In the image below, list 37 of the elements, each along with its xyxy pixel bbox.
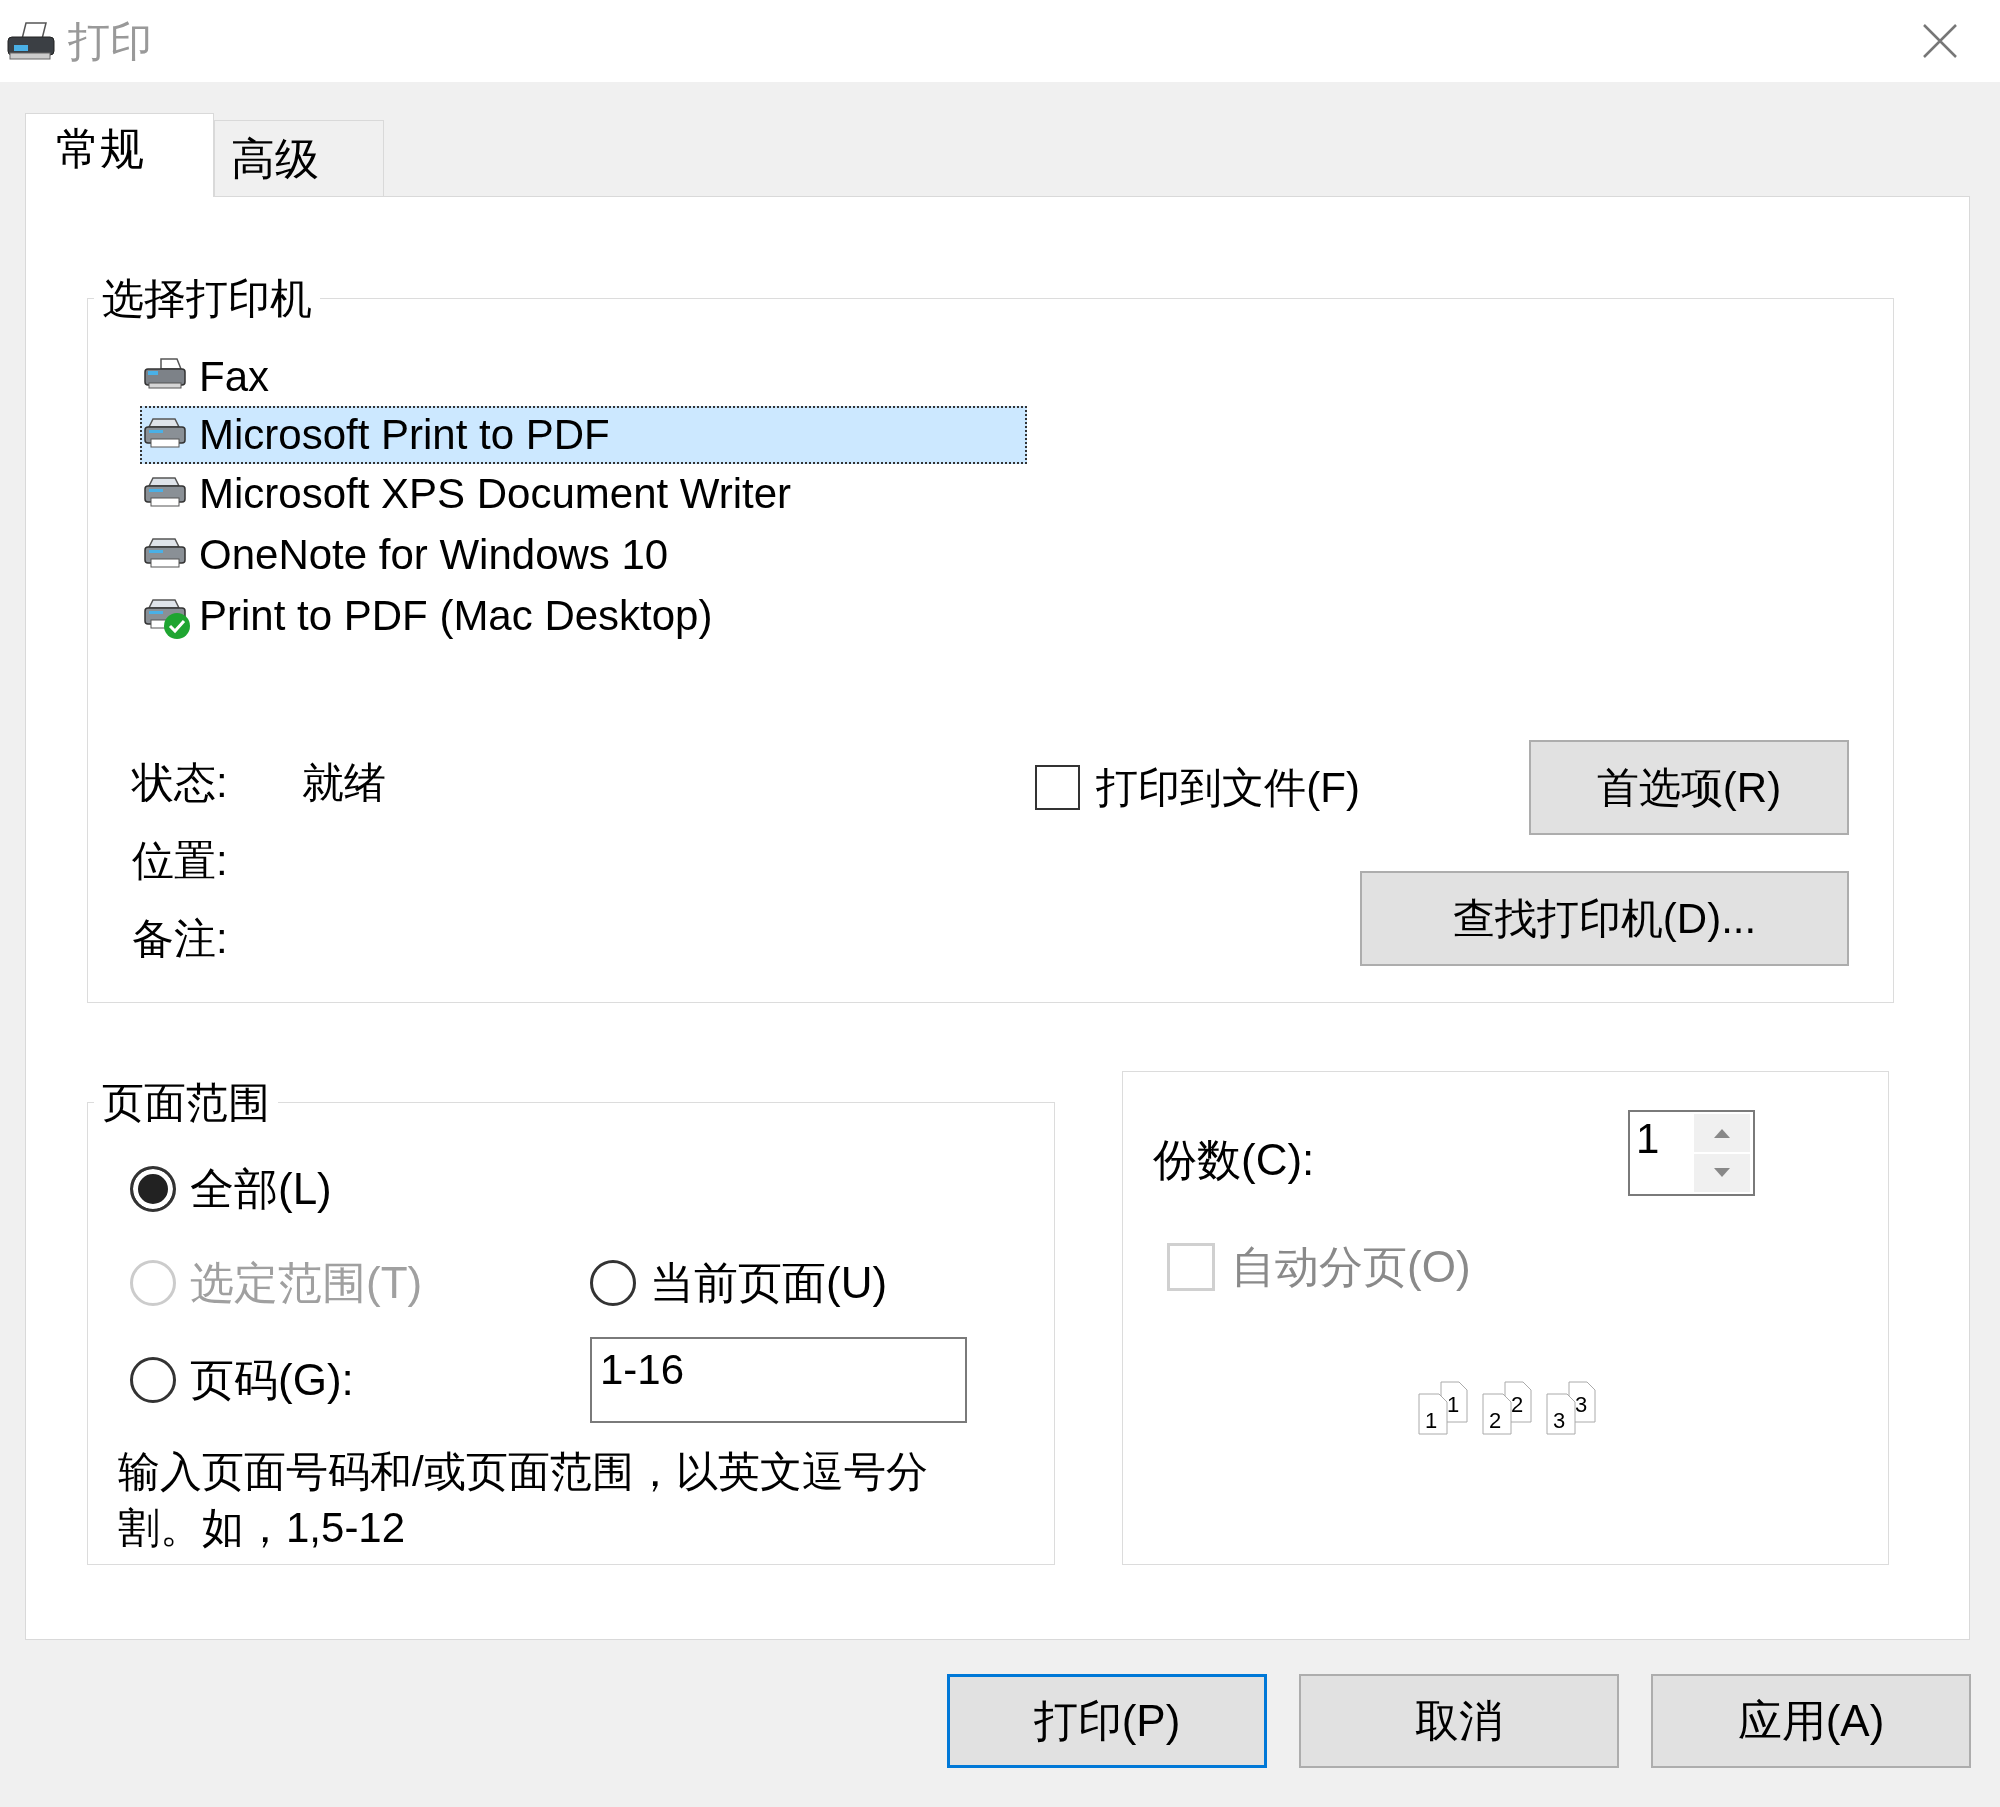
printer-item[interactable]: Microsoft Print to PDF [140, 406, 1027, 464]
printer-name: Print to PDF (Mac Desktop) [199, 594, 713, 637]
printer-icon [143, 415, 189, 449]
find-printer-button[interactable]: 查找打印机(D)... [1360, 871, 1849, 966]
hint-text: 输入页面号码和/或页面范围，以英文逗号分割。如，1,5-12 [118, 1447, 929, 1553]
preferences-button[interactable]: 首选项(R) [1529, 740, 1849, 835]
status-value: 就绪 [302, 758, 387, 808]
dialog-button[interactable]: 应用(A) [1651, 1674, 1971, 1768]
copies-label: 份数(C): [1153, 1134, 1316, 1186]
radio-button[interactable]: 当前页面(U) [590, 1250, 888, 1316]
tab[interactable]: 高级 [214, 120, 384, 196]
check-badge-icon [163, 611, 191, 640]
dialog-button[interactable]: 打印(P) [947, 1674, 1267, 1768]
page-range-field[interactable]: 1-16 [590, 1337, 967, 1423]
dialog-button[interactable]: 取消 [1299, 1674, 1619, 1768]
fax-icon [143, 356, 189, 391]
printer-item[interactable]: Microsoft XPS Document Writer [140, 463, 1027, 524]
printer-icon [4, 19, 58, 63]
printer-item[interactable]: OneNote for Windows 10 [140, 524, 1027, 585]
printer-name: Microsoft Print to PDF [199, 414, 610, 456]
printer-name: Fax [199, 355, 269, 398]
checkbox[interactable]: 打印到文件(F) [1035, 756, 1360, 819]
window-title: 打印 [68, 16, 152, 67]
radio-button[interactable]: 全部(L) [130, 1156, 332, 1222]
copies-spinner[interactable]: 1 [1628, 1110, 1755, 1196]
printer-item[interactable]: Fax [140, 346, 1027, 407]
printer-name: OneNote for Windows 10 [199, 533, 669, 576]
status-label: 位置: [132, 836, 229, 886]
printer-name: Microsoft XPS Document Writer [199, 472, 792, 515]
status-label: 备注: [132, 914, 229, 964]
tab[interactable]: 常规 [25, 113, 214, 197]
printer-item[interactable]: Print to PDF (Mac Desktop) [140, 585, 1027, 646]
collated-pages-drawing: 1 1 2 2 3 3 [1417, 1380, 1609, 1438]
status-label: 状态: [132, 758, 229, 808]
radio-button[interactable]: 页码(G): [130, 1347, 354, 1413]
group-label: 页面范围 [101, 1078, 271, 1128]
group-label: 选择打印机 [101, 274, 313, 324]
